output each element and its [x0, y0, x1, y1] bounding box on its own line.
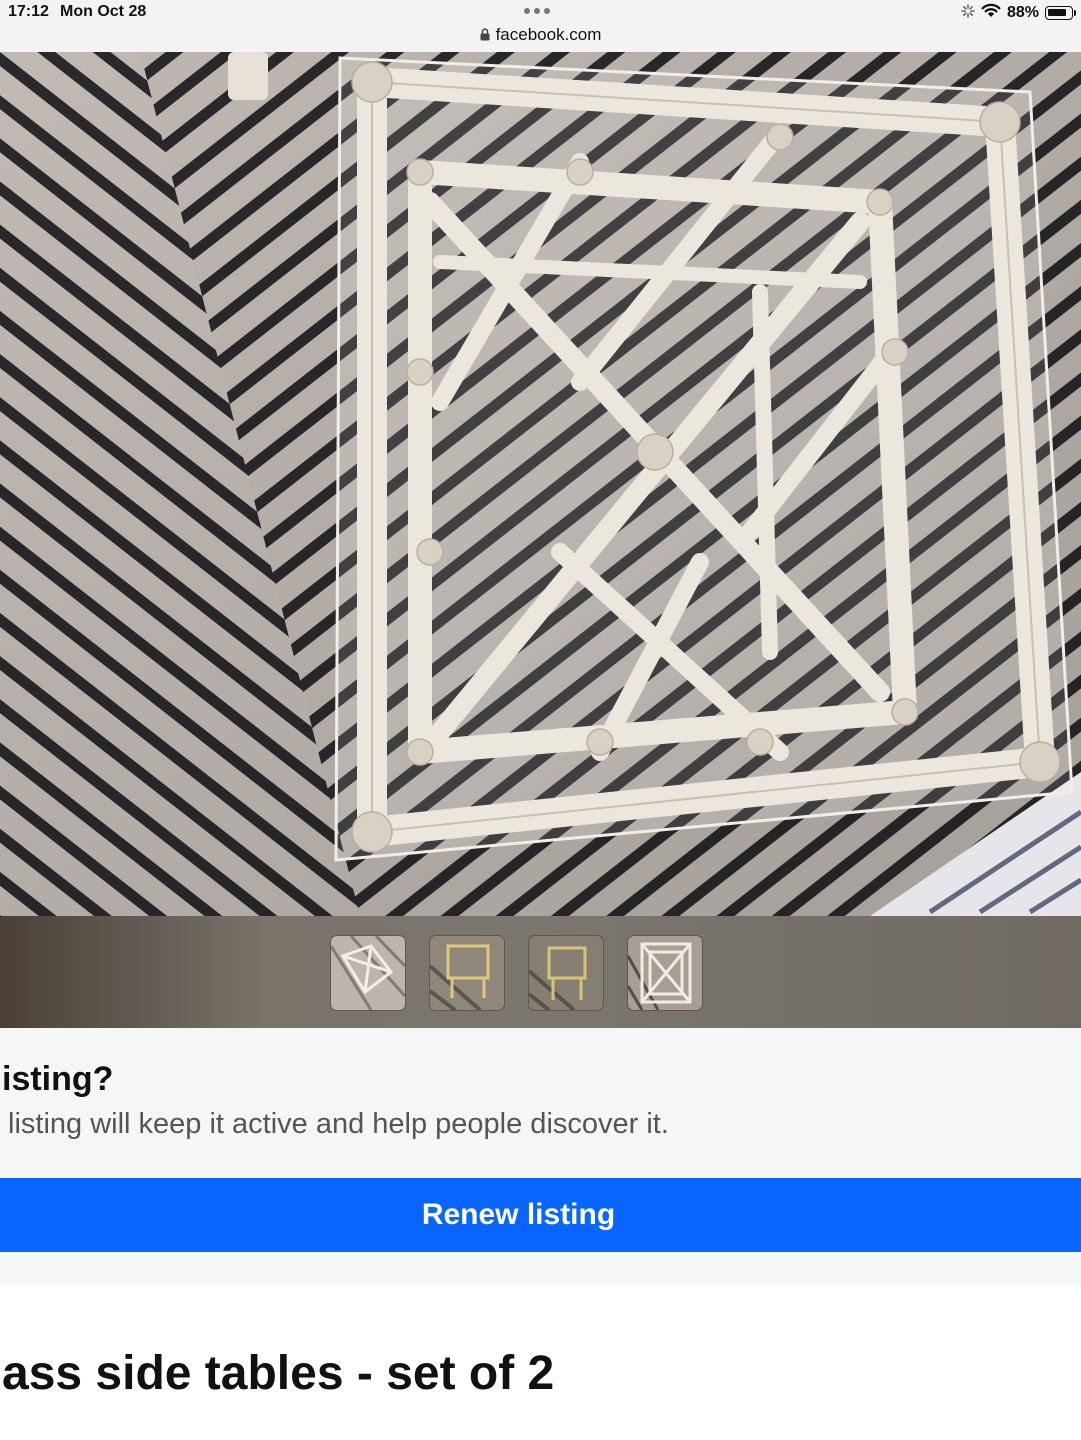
more-options-icon[interactable]	[524, 8, 550, 14]
activity-spinner-icon	[961, 3, 975, 23]
renew-description: listing will keep it active and help peo…	[8, 1108, 669, 1140]
status-date: Mon Oct 28	[60, 3, 147, 20]
thumbnail-strip	[0, 916, 1081, 1028]
listing-title: ass side tables - set of 2	[2, 1347, 555, 1400]
listing-photo[interactable]	[0, 52, 1081, 916]
status-time: 17:12	[8, 3, 49, 20]
renew-listing-button[interactable]: Renew listing	[0, 1178, 1081, 1252]
thumbnail-1[interactable]	[331, 936, 405, 1010]
thumbnail-2[interactable]	[430, 936, 504, 1010]
address-bar[interactable]: facebook.com	[0, 25, 1081, 46]
wifi-icon	[981, 3, 1001, 23]
thumbnail-3[interactable]	[529, 936, 603, 1010]
status-bar: 17:12 Mon Oct 28 facebook.com 88%	[0, 0, 1081, 53]
battery-percent: 88%	[1006, 4, 1039, 21]
url-text: facebook.com	[495, 25, 602, 44]
lock-icon	[480, 26, 490, 46]
status-indicators: 88%	[961, 3, 1076, 23]
renew-heading: isting?	[2, 1060, 114, 1098]
thumbnail-4[interactable]	[628, 936, 702, 1010]
battery-icon	[1045, 6, 1076, 20]
